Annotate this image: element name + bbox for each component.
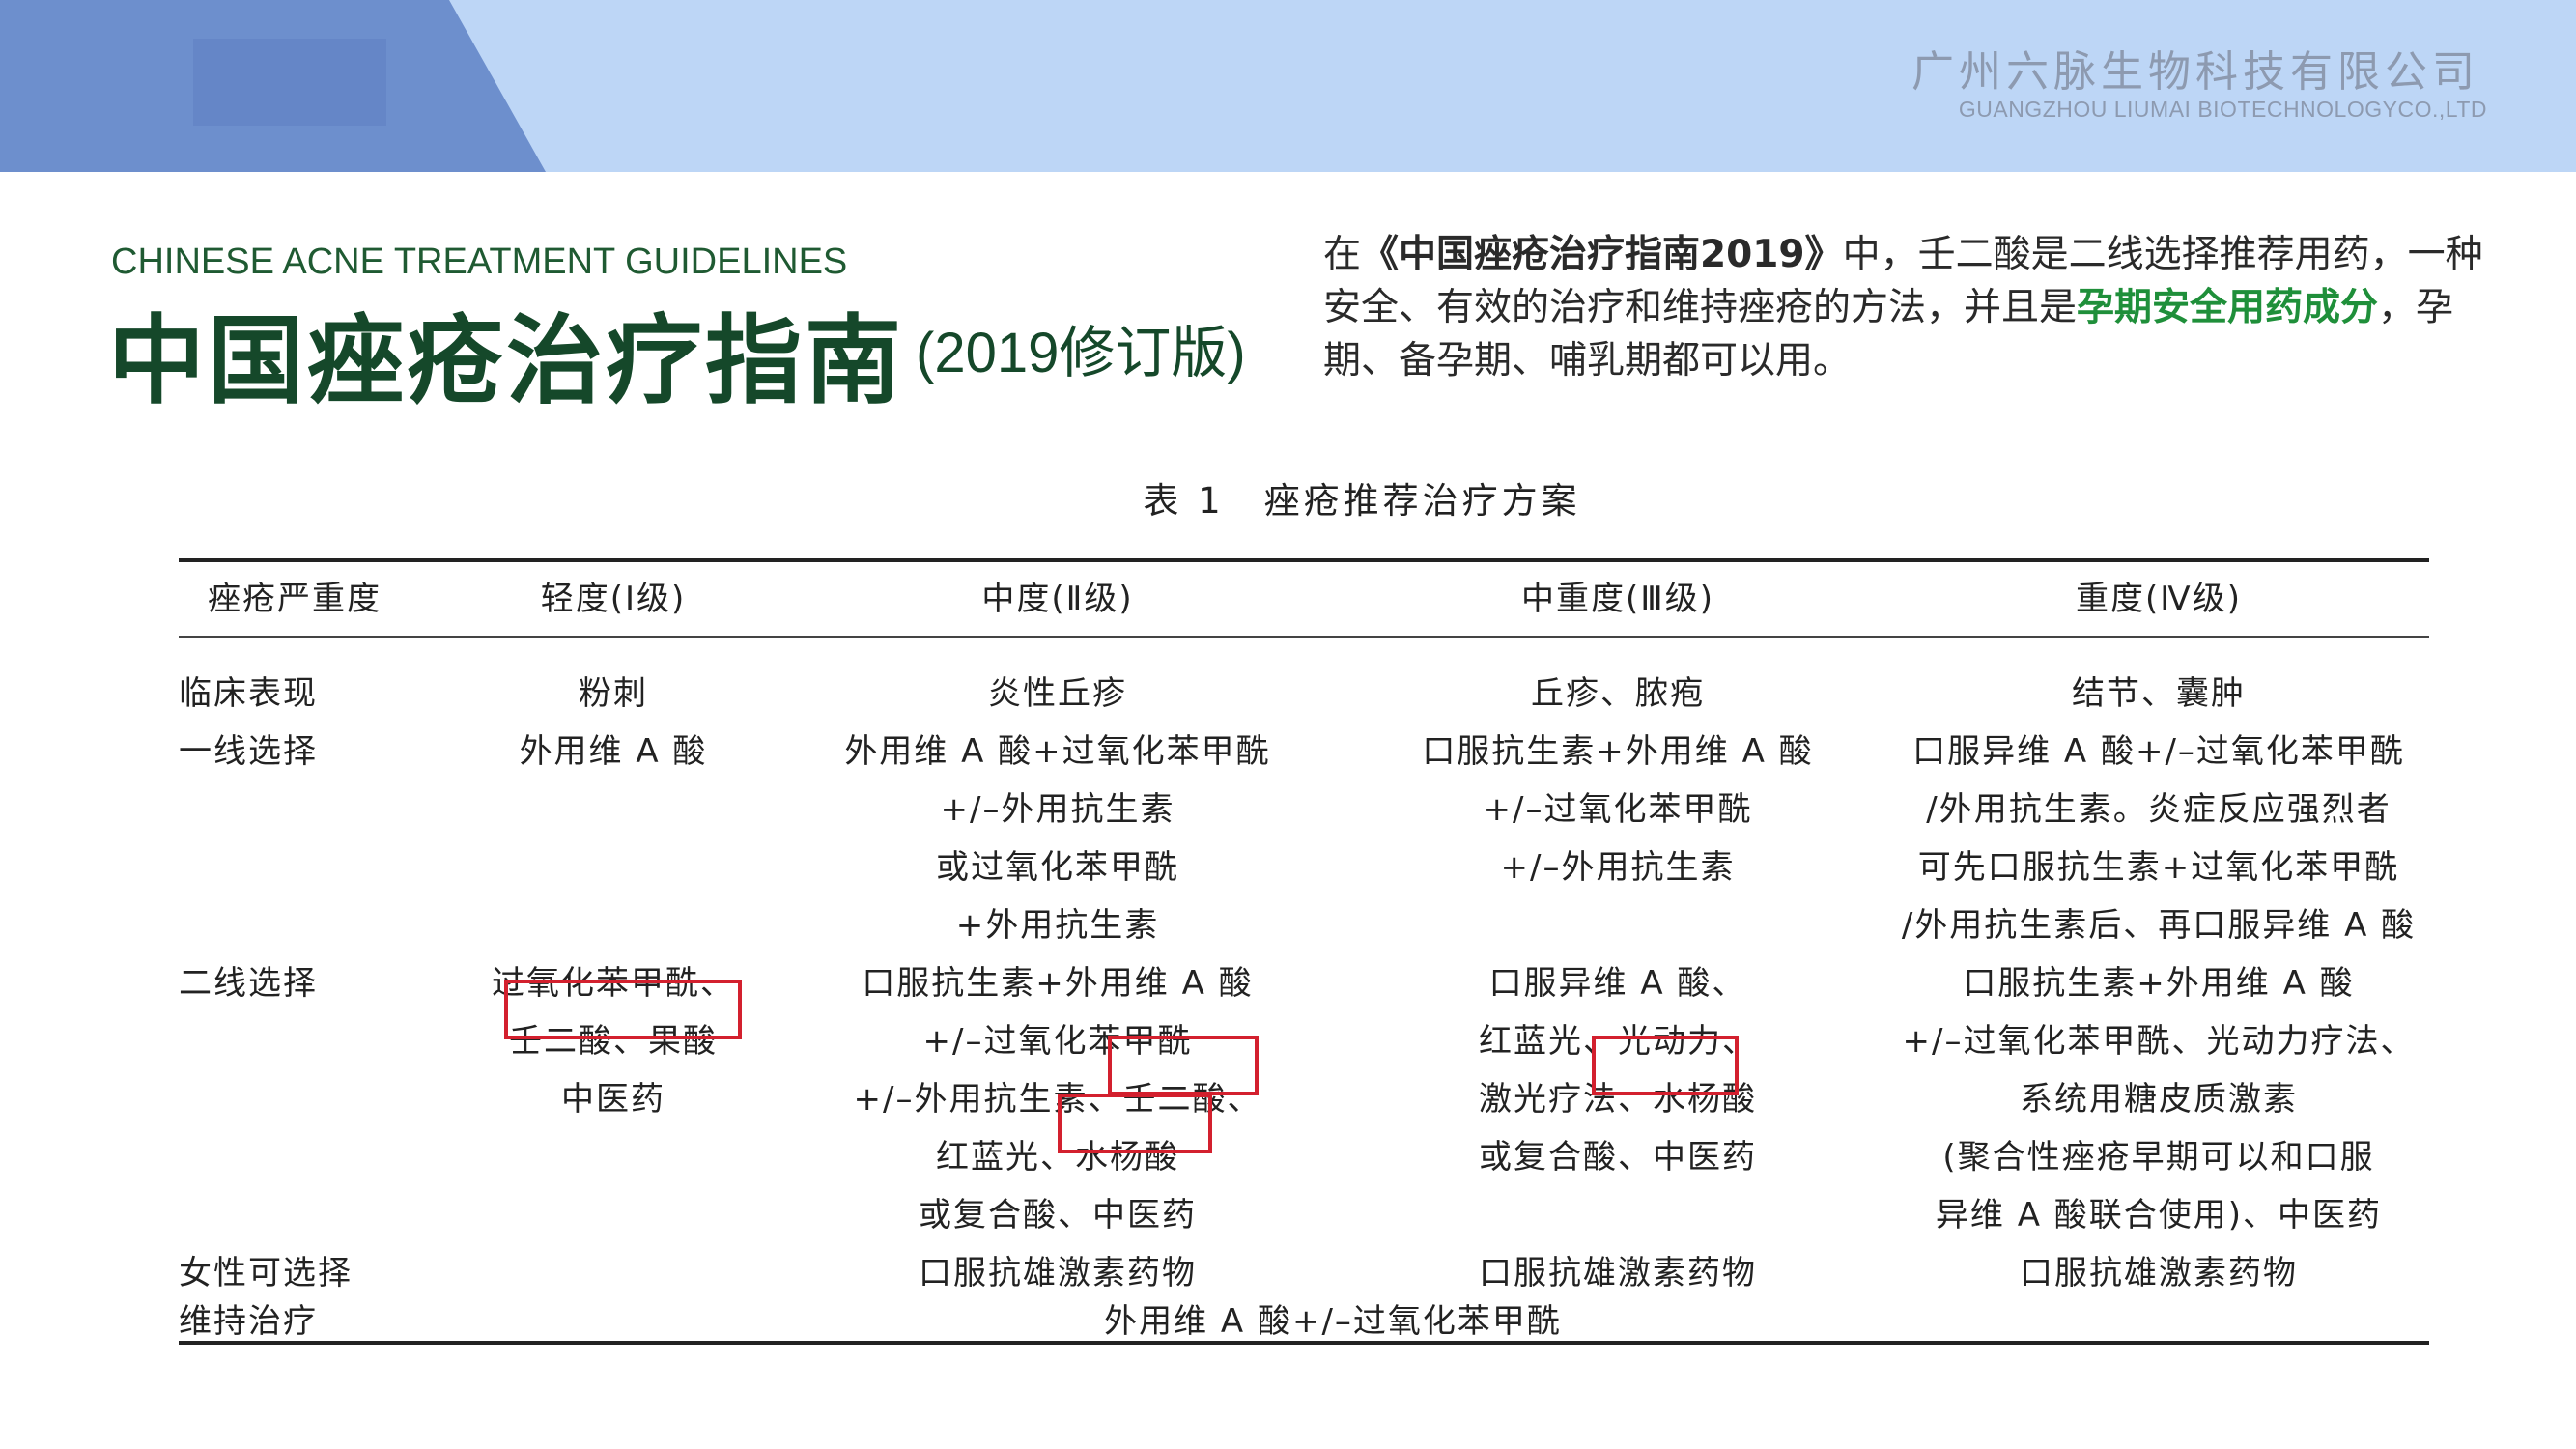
header-severe: 重度(Ⅳ级) bbox=[2076, 580, 2242, 618]
cell-first-severe-line2: /外用抗生素。炎症反应强烈者 bbox=[1926, 790, 2392, 829]
cell-second-severe-line4: (聚合性痤疮早期可以和口服 bbox=[1942, 1138, 2375, 1177]
cell-first-moderate-line1: 外用维 A 酸+过氧化苯甲酰 bbox=[844, 732, 1271, 771]
intro-guideline-name: 《中国痤疮治疗指南2019》 bbox=[1361, 233, 1843, 276]
header-severity: 痤疮严重度 bbox=[208, 580, 382, 618]
cell-first-mild-line1: 外用维 A 酸 bbox=[519, 732, 708, 771]
cell-female-severe: 口服抗雄激素药物 bbox=[2020, 1254, 2298, 1293]
cell-second-moderate-line5: 或复合酸、中医药 bbox=[919, 1196, 1197, 1235]
cell-second-severe-line1: 口服抗生素+外用维 A 酸 bbox=[1963, 964, 2355, 1003]
highlight-box-moderate-severe-salicylic bbox=[1592, 1036, 1739, 1095]
cell-first-severe-line1: 口服异维 A 酸+/–过氧化苯甲酰 bbox=[1912, 732, 2405, 771]
intro-highlight: 孕期安全用药成分 bbox=[2077, 286, 2379, 329]
cell-second-severe-line5: 异维 A 酸联合使用)、中医药 bbox=[1935, 1196, 2383, 1235]
cell-clinical-moderate: 炎性丘疹 bbox=[988, 674, 1127, 713]
cell-maintenance-span: 外用维 A 酸+/–过氧化苯甲酰 bbox=[1104, 1302, 1562, 1341]
row-label-first-line: 一线选择 bbox=[179, 732, 318, 771]
logo-placeholder bbox=[193, 39, 386, 126]
cell-first-moderate-severe-line2: +/–过氧化苯甲酰 bbox=[1483, 790, 1753, 829]
title-edition: (2019修订版) bbox=[916, 322, 1246, 384]
title-english: CHINESE ACNE TREATMENT GUIDELINES bbox=[111, 242, 848, 282]
table-header-rule bbox=[179, 636, 2429, 638]
cell-second-moderate-severe-line4: 或复合酸、中医药 bbox=[1479, 1138, 1757, 1177]
cell-first-severe-line3: 可先口服抗生素+过氧化苯甲酰 bbox=[1917, 848, 2400, 887]
cell-clinical-moderate-severe: 丘疹、脓疱 bbox=[1531, 674, 1705, 713]
cell-first-severe-line4: /外用抗生素后、再口服异维 A 酸 bbox=[1901, 906, 2417, 945]
header-mild: 轻度(Ⅰ级) bbox=[540, 580, 687, 618]
table-top-rule bbox=[179, 558, 2429, 562]
row-label-maintenance: 维持治疗 bbox=[179, 1302, 318, 1341]
cell-first-moderate-line3: 或过氧化苯甲酰 bbox=[936, 848, 1179, 887]
cell-first-moderate-severe-line1: 口服抗生素+外用维 A 酸 bbox=[1422, 732, 1814, 771]
cell-first-moderate-line4: +外用抗生素 bbox=[955, 906, 1160, 945]
cell-second-mild-line3: 中医药 bbox=[561, 1080, 665, 1119]
highlight-box-mild-azelaic bbox=[504, 980, 742, 1039]
company-name-en: GUANGZHOU LIUMAI BIOTECHNOLOGYCO.,LTD bbox=[1958, 97, 2487, 122]
intro-text-1: 在 bbox=[1323, 233, 1362, 276]
cell-clinical-severe: 结节、囊肿 bbox=[2072, 674, 2246, 713]
cell-second-severe-line2: +/–过氧化苯甲酰、光动力疗法、 bbox=[1902, 1022, 2416, 1061]
title-chinese: 中国痤疮治疗指南 bbox=[108, 304, 904, 417]
cell-second-moderate-line1: 口服抗生素+外用维 A 酸 bbox=[862, 964, 1254, 1003]
cell-first-moderate-severe-line3: +/–外用抗生素 bbox=[1500, 848, 1736, 887]
highlight-box-moderate-azelaic bbox=[1108, 1036, 1259, 1095]
row-label-clinical: 临床表现 bbox=[179, 674, 318, 713]
row-label-second-line: 二线选择 bbox=[179, 964, 318, 1003]
header-band: 广州六脉生物科技有限公司 GUANGZHOU LIUMAI BIOTECHNOL… bbox=[0, 0, 2576, 172]
table-caption: 表 1 痤疮推荐治疗方案 bbox=[1143, 480, 1581, 522]
cell-clinical-mild: 粉刺 bbox=[579, 674, 648, 713]
highlight-box-moderate-salicylic bbox=[1058, 1094, 1212, 1153]
header-moderate-severe: 中重度(Ⅲ级) bbox=[1521, 580, 1714, 618]
intro-paragraph: 在《中国痤疮治疗指南2019》中，壬二酸是二线选择推荐用药，一种安全、有效的治疗… bbox=[1323, 228, 2502, 387]
company-name-cn: 广州六脉生物科技有限公司 bbox=[1911, 47, 2479, 97]
cell-second-moderate-severe-line1: 口服异维 A 酸、 bbox=[1488, 964, 1747, 1003]
cell-first-moderate-line2: +/–外用抗生素 bbox=[940, 790, 1175, 829]
header-moderate: 中度(Ⅱ级) bbox=[981, 580, 1134, 618]
cell-second-severe-line3: 系统用糖皮质激素 bbox=[2020, 1080, 2298, 1119]
